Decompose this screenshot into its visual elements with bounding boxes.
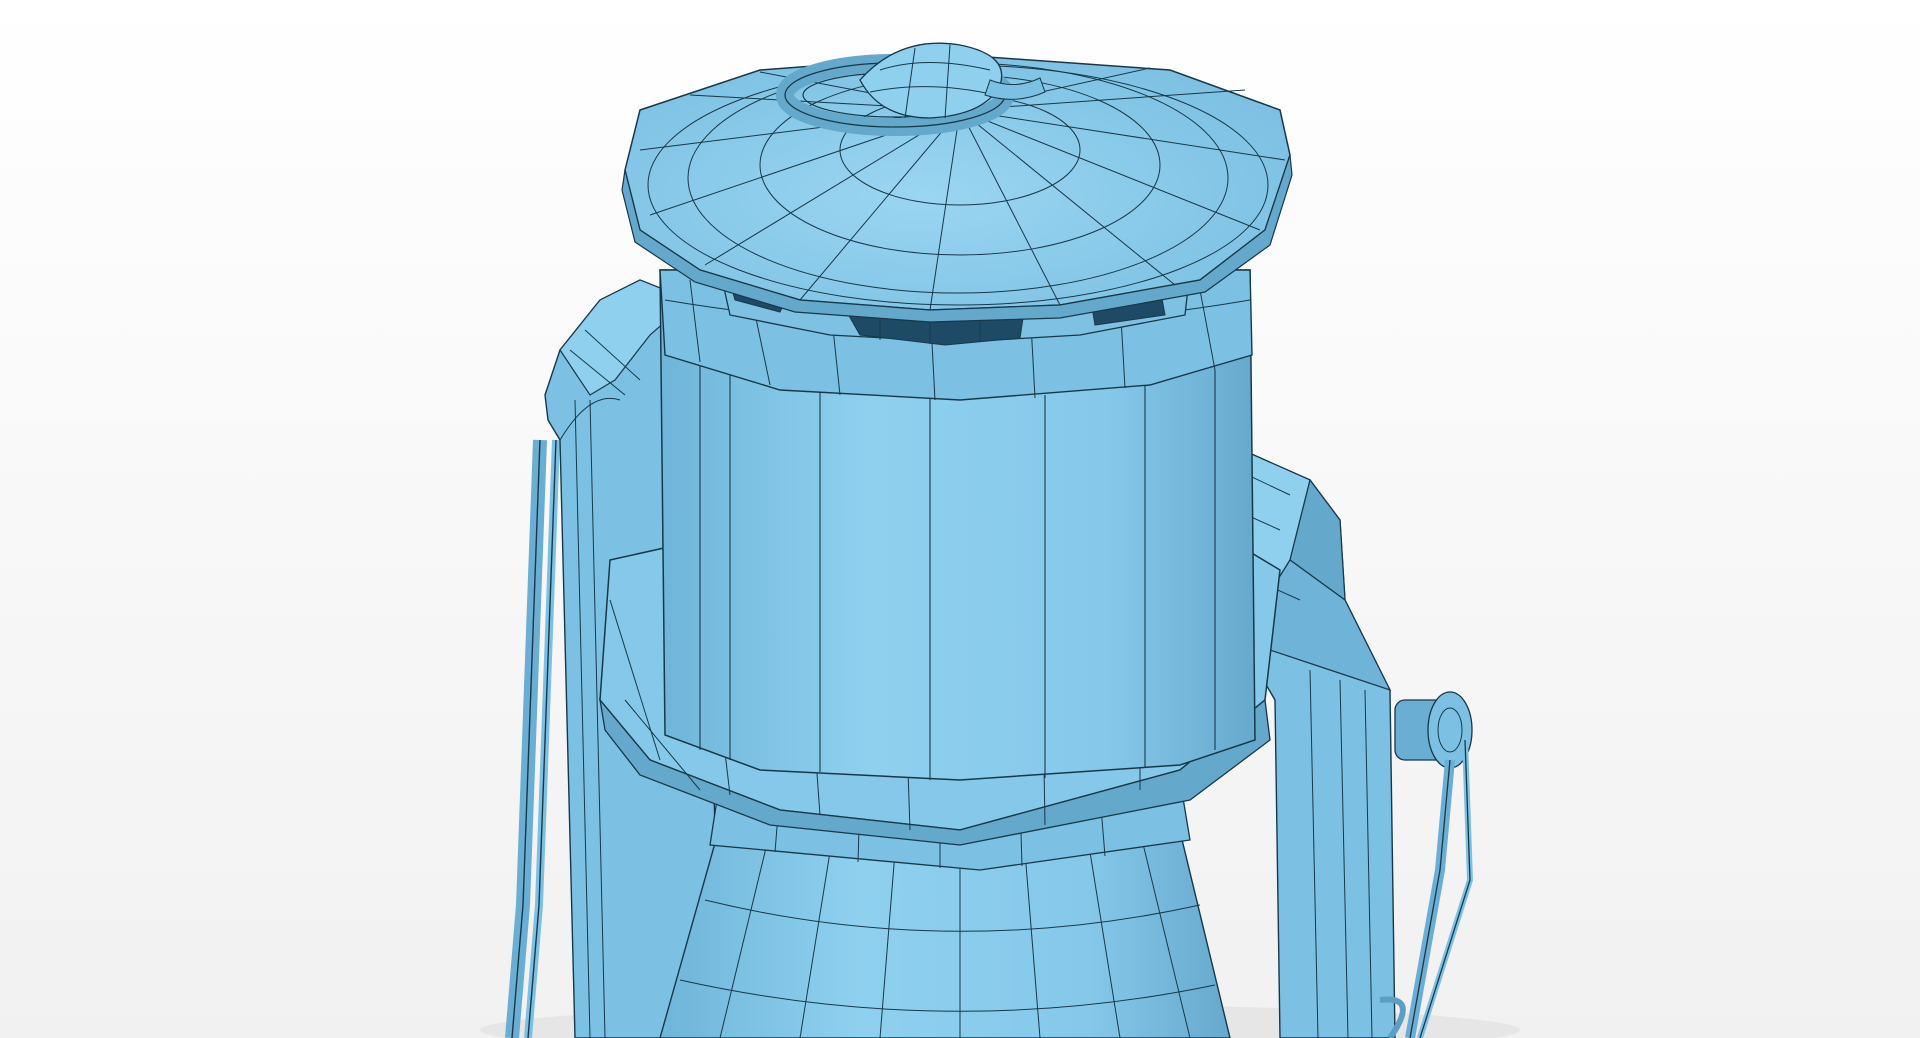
- viewport: [0, 0, 1920, 1038]
- lantern-chimney-cylinder: [598, 269, 1281, 846]
- hinge-bracket: [1394, 691, 1473, 769]
- lantern-model-render: [0, 0, 1920, 1038]
